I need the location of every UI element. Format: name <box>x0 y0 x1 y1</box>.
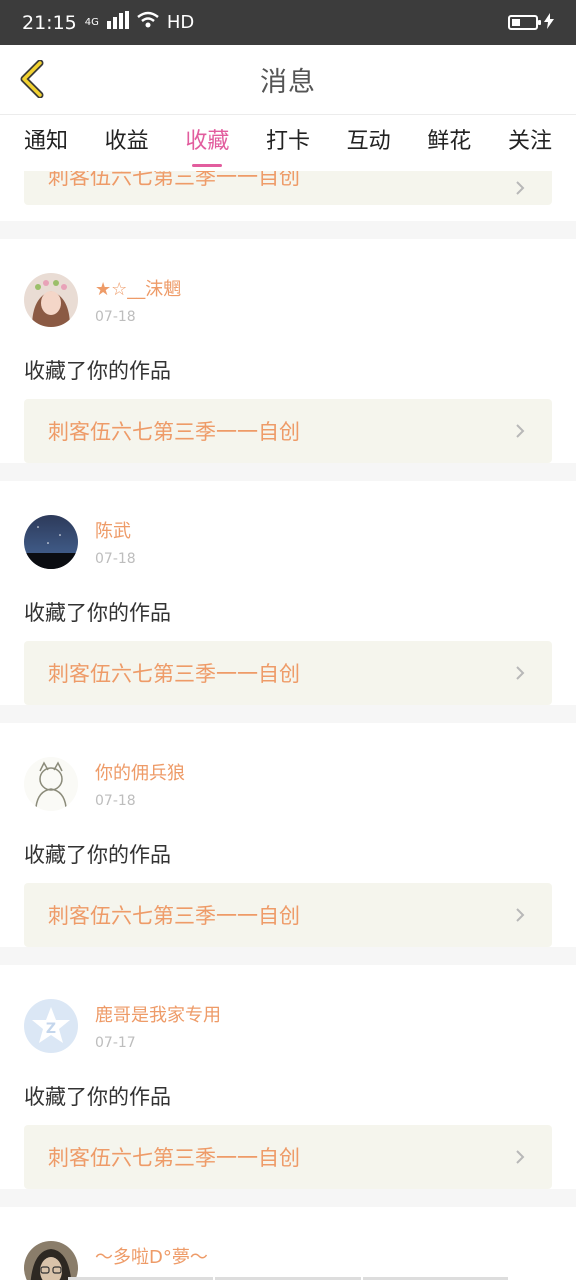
username[interactable]: 陈武 <box>95 517 136 543</box>
wifi-icon <box>137 11 159 34</box>
work-link[interactable]: 刺客伍六七第三季一一自创 <box>24 171 552 205</box>
message-date: 07-18 <box>95 551 136 567</box>
username[interactable]: 鹿哥是我家专用 <box>95 1001 221 1027</box>
work-title: 刺客伍六七第三季一一自创 <box>48 171 300 189</box>
message-date: 07-17 <box>95 1035 136 1051</box>
work-link[interactable]: 刺客伍六七第三季一一自创 <box>24 399 552 463</box>
action-text: 收藏了你的作品 <box>24 601 171 625</box>
work-link[interactable]: 刺客伍六七第三季一一自创 <box>24 641 552 705</box>
message-date: 07-18 <box>95 793 136 809</box>
back-arrow-icon <box>20 60 44 98</box>
tab-earnings[interactable]: 收益 <box>105 123 149 163</box>
work-link[interactable]: 刺客伍六七第三季一一自创 <box>24 1125 552 1189</box>
chevron-right-icon <box>516 908 525 922</box>
status-time: 21:15 <box>22 11 77 34</box>
username[interactable]: ～多啦D°夢～ <box>95 1243 208 1269</box>
message-card: ～多啦D°夢～ 07-17 <box>0 1207 576 1280</box>
tab-checkin[interactable]: 打卡 <box>266 123 310 163</box>
tab-bar: 通知 收益 收藏 打卡 互动 鲜花 关注 <box>0 115 576 171</box>
action-text: 收藏了你的作品 <box>24 1085 171 1109</box>
tab-flowers[interactable]: 鲜花 <box>427 123 471 163</box>
username[interactable]: 你的佣兵狼 <box>95 759 185 785</box>
work-title: 刺客伍六七第三季一一自创 <box>48 662 300 686</box>
avatar[interactable] <box>24 757 78 811</box>
avatar[interactable] <box>24 273 78 327</box>
back-button[interactable] <box>10 57 54 101</box>
message-card: 陈武 07-18 收藏了你的作品 刺客伍六七第三季一一自创 <box>0 481 576 705</box>
network-label: 4G <box>84 17 99 28</box>
chevron-right-icon <box>516 1150 525 1164</box>
work-title: 刺客伍六七第三季一一自创 <box>48 904 300 928</box>
work-title: 刺客伍六七第三季一一自创 <box>48 1146 300 1170</box>
signal-icon <box>106 11 129 34</box>
message-date: 07-18 <box>95 309 136 325</box>
avatar[interactable]: Z <box>24 999 78 1053</box>
message-feed[interactable]: 刺客伍六七第三季一一自创 ★☆__沫魍 07-18 收藏了你的作品 刺客伍六七第… <box>0 171 576 1280</box>
page-title: 消息 <box>260 67 316 98</box>
work-title: 刺客伍六七第三季一一自创 <box>48 420 300 444</box>
work-link[interactable]: 刺客伍六七第三季一一自创 <box>24 883 552 947</box>
battery-icon <box>508 15 541 30</box>
username[interactable]: ★☆__沫魍 <box>95 275 181 301</box>
chevron-right-icon <box>516 666 525 680</box>
message-card: ★☆__沫魍 07-18 收藏了你的作品 刺客伍六七第三季一一自创 <box>0 239 576 463</box>
message-card: Z 鹿哥是我家专用 07-17 收藏了你的作品 刺客伍六七第三季一一自创 <box>0 965 576 1189</box>
tab-follows[interactable]: 关注 <box>508 123 552 163</box>
svg-text:Z: Z <box>46 1021 56 1037</box>
status-bar: 21:15 4G HD <box>0 0 576 45</box>
avatar[interactable] <box>24 1241 78 1280</box>
action-text: 收藏了你的作品 <box>24 359 171 383</box>
message-card: 你的佣兵狼 07-18 收藏了你的作品 刺客伍六七第三季一一自创 <box>0 723 576 947</box>
chevron-right-icon <box>516 424 525 438</box>
avatar[interactable] <box>24 515 78 569</box>
hd-label: HD <box>166 12 195 33</box>
action-text: 收藏了你的作品 <box>24 843 171 867</box>
charging-icon <box>544 12 554 33</box>
tab-notifications[interactable]: 通知 <box>24 123 68 163</box>
chevron-right-icon <box>516 181 525 195</box>
header: 消息 <box>0 45 576 115</box>
tab-favorites[interactable]: 收藏 <box>185 123 229 167</box>
tab-interaction[interactable]: 互动 <box>347 123 391 163</box>
message-card: 刺客伍六七第三季一一自创 <box>0 171 576 221</box>
